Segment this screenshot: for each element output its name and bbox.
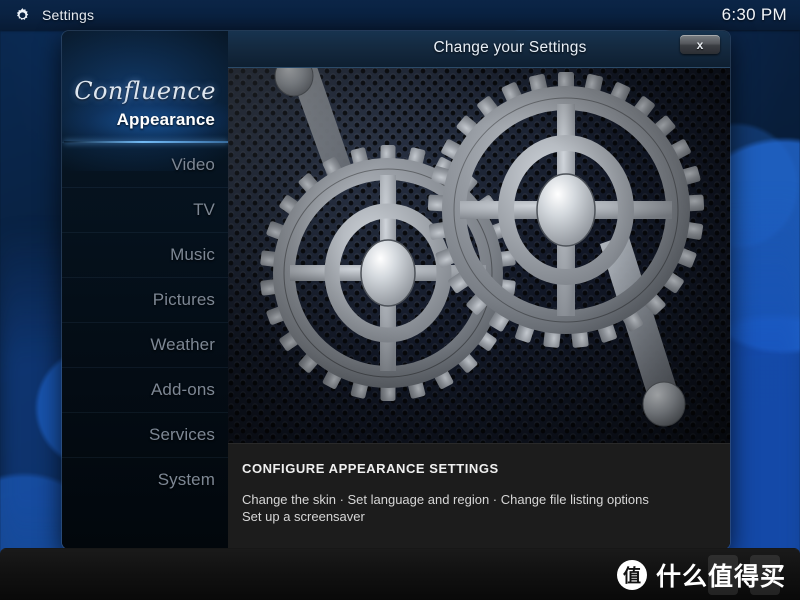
settings-sidebar: Confluence Appearance Video TV Music Pic… xyxy=(62,31,228,549)
description-line-1: Change the skin · Set language and regio… xyxy=(242,492,649,507)
artwork-vignette xyxy=(228,68,730,443)
watermark-box-1 xyxy=(708,555,738,595)
sidebar-item-label: TV xyxy=(193,200,215,219)
watermark-badge: 值 xyxy=(616,559,647,590)
watermark-box-2 xyxy=(750,555,780,595)
sidebar-item-label: Music xyxy=(170,245,215,264)
clock: 6:30 PM xyxy=(721,5,787,24)
gear-icon xyxy=(14,7,31,24)
top-bar: Settings 6:30 PM xyxy=(0,0,800,30)
sidebar-item-video[interactable]: Video xyxy=(62,142,228,187)
sidebar-item-label: Weather xyxy=(150,335,215,354)
description-title: CONFIGURE APPEARANCE SETTINGS xyxy=(242,461,499,476)
close-button[interactable]: x xyxy=(680,35,720,54)
sidebar-item-label: Pictures xyxy=(152,290,215,309)
top-bar-title: Settings xyxy=(42,7,95,23)
settings-menu: Appearance Video TV Music Pictures Weath… xyxy=(62,97,228,502)
sidebar-item-label: System xyxy=(157,470,215,489)
description-panel: CONFIGURE APPEARANCE SETTINGS Change the… xyxy=(228,443,730,549)
dialog-title: Change your Settings xyxy=(433,39,587,56)
top-bar-left-group: Settings xyxy=(0,7,94,24)
sidebar-item-pictures[interactable]: Pictures xyxy=(62,277,228,322)
sidebar-item-music[interactable]: Music xyxy=(62,232,228,277)
bottom-bar: 值 什么值得买 xyxy=(0,548,800,600)
sidebar-item-label: Services xyxy=(149,425,215,444)
sidebar-item-tv[interactable]: TV xyxy=(62,187,228,232)
kodi-settings-screen: Settings 6:30 PM Change your Settings x … xyxy=(0,0,800,600)
description-body: Change the skin · Set language and regio… xyxy=(242,491,714,525)
sidebar-item-label: Add-ons xyxy=(150,380,215,399)
sidebar-item-addons[interactable]: Add-ons xyxy=(62,367,228,412)
sidebar-item-label: Appearance xyxy=(116,109,215,129)
settings-content: CONFIGURE APPEARANCE SETTINGS Change the… xyxy=(228,68,730,549)
sidebar-item-weather[interactable]: Weather xyxy=(62,322,228,367)
description-line-2: Set up a screensaver xyxy=(242,509,365,524)
sidebar-item-system[interactable]: System xyxy=(62,457,228,502)
sidebar-item-appearance[interactable]: Appearance xyxy=(62,97,228,143)
sidebar-item-label: Video xyxy=(171,155,215,174)
appearance-artwork xyxy=(228,68,730,443)
settings-dialog: Change your Settings x Confluence Appear… xyxy=(62,31,730,549)
sidebar-item-services[interactable]: Services xyxy=(62,412,228,457)
